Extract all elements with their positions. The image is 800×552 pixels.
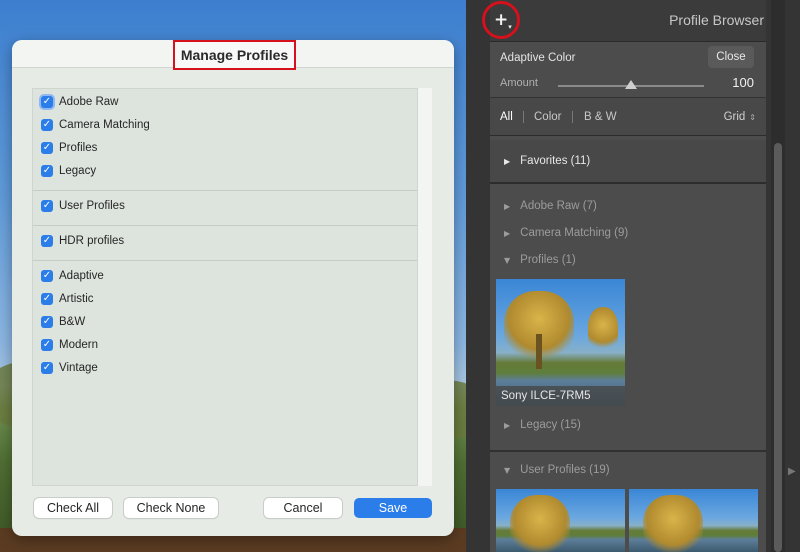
panel-title: Profile Browser — [669, 12, 764, 28]
filter-bw[interactable]: B & W — [584, 111, 617, 123]
checkbox[interactable]: ✓ — [41, 270, 53, 282]
triangle-right-icon: ▶ — [504, 228, 511, 238]
profile-browser-header: +▾ Profile Browser — [482, 0, 766, 42]
checkbox-label: HDR profiles — [59, 235, 125, 247]
favorites-group[interactable]: ▶ Favorites (11) — [490, 140, 766, 184]
adaptive-color-section: Adaptive Color Close Amount 100 — [490, 42, 766, 98]
checkbox[interactable]: ✓ — [41, 96, 53, 108]
favorites-label: Favorites (11) — [520, 155, 591, 167]
plus-icon[interactable]: +▾ — [494, 10, 512, 31]
profile-group-row[interactable]: ✓ Artistic — [41, 293, 94, 305]
panel-scrollbar[interactable] — [771, 0, 785, 552]
profile-group-row[interactable]: ✓ User Profiles — [41, 200, 125, 212]
selected-profile-name: Adaptive Color — [500, 52, 576, 64]
group-label: Profiles (1) — [520, 254, 576, 266]
view-mode-select[interactable]: Grid ⇕ — [724, 111, 756, 123]
filter-bar: All Color B & W Grid ⇕ — [490, 98, 766, 136]
group-profiles[interactable]: ▼ Profiles (1) — [504, 254, 576, 266]
manage-profiles-dialog: Manage Profiles ✓ Adobe Raw ✓ Camera Matchi… — [12, 40, 454, 536]
view-mode-label: Grid — [723, 111, 746, 123]
checkbox-label: Legacy — [59, 165, 97, 177]
checkbox[interactable]: ✓ — [41, 339, 53, 351]
group-user-profiles[interactable]: ▼ User Profiles (19) — [504, 464, 610, 476]
profile-thumbnail[interactable] — [629, 489, 758, 552]
checkbox[interactable]: ✓ — [41, 316, 53, 328]
group-divider — [33, 225, 417, 226]
triangle-right-icon: ▶ — [504, 201, 511, 211]
check-none-button[interactable]: Check None — [124, 498, 218, 518]
group-divider — [33, 260, 417, 261]
profile-group-row[interactable]: ✓ Vintage — [41, 362, 98, 374]
slider-thumb[interactable] — [625, 80, 637, 89]
amount-label: Amount — [500, 77, 538, 89]
scrollbar-thumb[interactable] — [774, 143, 782, 552]
checkbox[interactable]: ✓ — [41, 119, 53, 131]
check-all-button[interactable]: Check All — [34, 498, 112, 518]
group-label: Legacy (15) — [520, 419, 581, 431]
save-button[interactable]: Save — [354, 498, 432, 518]
triangle-right-icon: ▶ — [504, 420, 511, 430]
profile-group-row[interactable]: ✓ Camera Matching — [41, 119, 150, 131]
profile-group-list: ✓ Adobe Raw ✓ Camera Matching ✓ Profiles ✓ Lega… — [32, 88, 418, 486]
group-label: Camera Matching (9) — [520, 227, 629, 239]
updown-arrows-icon: ⇕ — [749, 113, 756, 122]
checkbox[interactable]: ✓ — [41, 200, 53, 212]
profile-browser-panel: +▾ Profile Browser Adaptive Color Close … — [466, 0, 800, 552]
filter-color[interactable]: Color — [534, 111, 561, 123]
profile-thumbnail[interactable] — [496, 489, 625, 552]
checkbox-label: Adobe Raw — [59, 96, 119, 108]
group-legacy[interactable]: ▶ Legacy (15) — [504, 419, 581, 431]
profile-thumbnail[interactable]: Sony ILCE-7RM5 — [496, 279, 625, 406]
profile-group-row[interactable]: ✓ Profiles — [41, 142, 97, 154]
cancel-button[interactable]: Cancel — [264, 498, 342, 518]
checkbox[interactable]: ✓ — [41, 165, 53, 177]
checkbox-label: Artistic — [59, 293, 94, 305]
checkbox-label: B&W — [59, 316, 86, 328]
amount-slider[interactable] — [558, 80, 704, 89]
checkbox[interactable]: ✓ — [41, 362, 53, 374]
profile-group-row[interactable]: ✓ Adaptive — [41, 270, 104, 282]
triangle-down-icon: ▼ — [504, 465, 511, 475]
checkbox-label: Adaptive — [59, 270, 104, 282]
panel-collapse-arrow-icon[interactable]: ▶ — [788, 466, 796, 477]
checkbox-label: Modern — [59, 339, 98, 351]
profile-group-row[interactable]: ✓ HDR profiles — [41, 235, 124, 247]
triangle-down-icon: ▼ — [504, 255, 511, 265]
profile-group-row[interactable]: ✓ B&W — [41, 316, 85, 328]
group-adobe-raw[interactable]: ▶ Adobe Raw (7) — [504, 200, 597, 212]
thumbnail-caption: Sony ILCE-7RM5 — [496, 386, 625, 406]
checkbox-label: Profiles — [59, 142, 98, 154]
profile-group-row[interactable]: ✓ Modern — [41, 339, 98, 351]
profile-group-row[interactable]: ✓ Adobe Raw — [41, 96, 118, 108]
checkbox-label: Vintage — [59, 362, 98, 374]
amount-value[interactable]: 100 — [732, 75, 754, 90]
list-scrollbar[interactable] — [418, 88, 432, 486]
group-divider — [33, 190, 417, 191]
filter-all[interactable]: All — [500, 111, 513, 123]
triangle-right-icon: ▶ — [504, 156, 511, 166]
checkbox-label: Camera Matching — [59, 119, 150, 131]
group-camera-matching[interactable]: ▶ Camera Matching (9) — [504, 227, 628, 239]
dialog-title: Manage Profiles — [173, 40, 296, 70]
checkbox[interactable]: ✓ — [41, 235, 53, 247]
group-label: User Profiles (19) — [520, 464, 610, 476]
checkbox[interactable]: ✓ — [41, 142, 53, 154]
checkbox[interactable]: ✓ — [41, 293, 53, 305]
close-button[interactable]: Close — [708, 46, 754, 68]
checkbox-label: User Profiles — [59, 200, 125, 212]
profile-group-row[interactable]: ✓ Legacy — [41, 165, 96, 177]
group-label: Adobe Raw (7) — [520, 200, 597, 212]
